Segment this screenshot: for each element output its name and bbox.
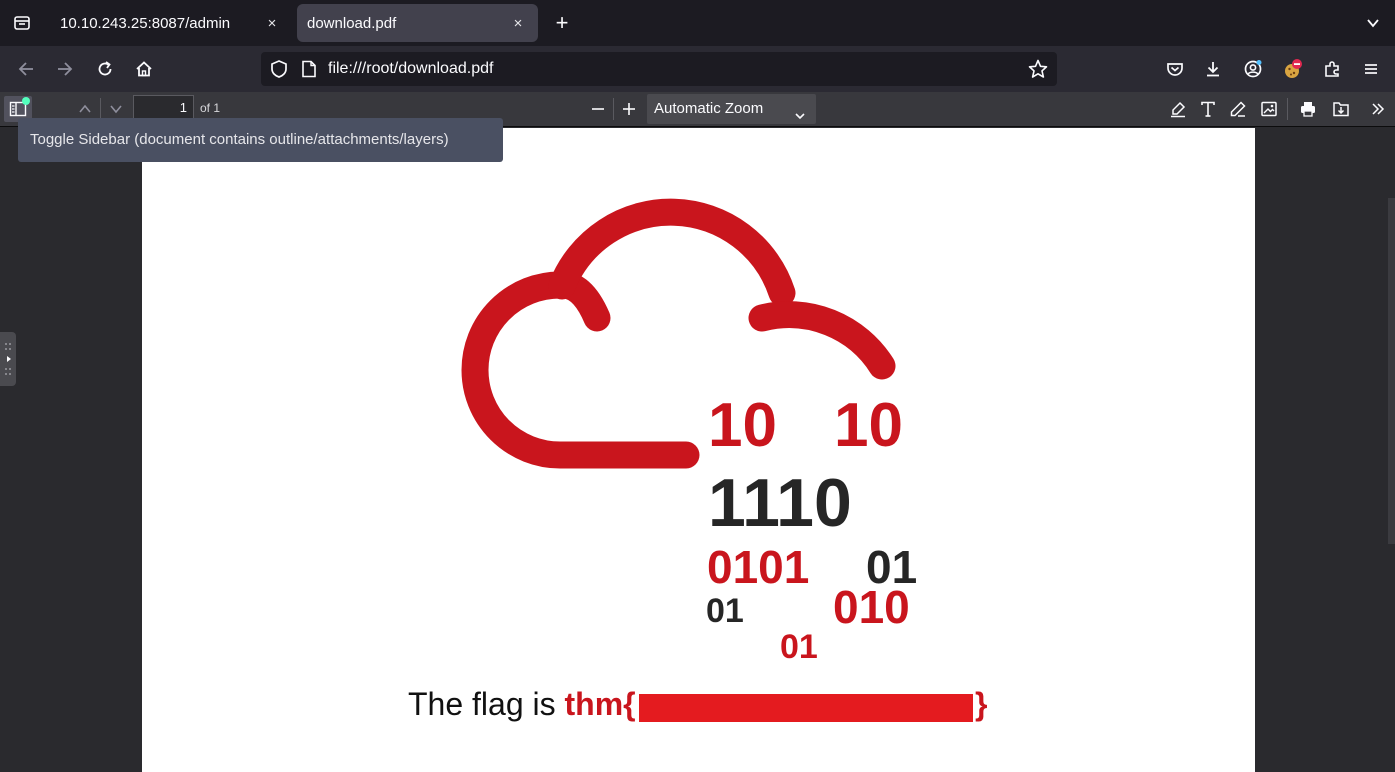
binary-digits: 1110 xyxy=(708,465,852,541)
new-tab-button[interactable]: + xyxy=(548,10,576,36)
tab-bar: 10.10.243.25:8087/admin × download.pdf ×… xyxy=(0,0,1395,46)
flag-text: The flag is thm{ xyxy=(408,686,636,723)
text-icon[interactable] xyxy=(1194,96,1222,122)
navigation-bar: file:///root/download.pdf xyxy=(0,46,1395,92)
tab-list-icon[interactable] xyxy=(8,10,36,36)
binary-digits: 10 xyxy=(708,391,777,460)
pdf-viewer[interactable]: 10 10 1110 0101 01 01 010 01 The flag is… xyxy=(0,128,1395,772)
toolbar-divider xyxy=(1287,98,1288,120)
downloads-icon[interactable] xyxy=(1198,54,1228,84)
flag-open: thm{ xyxy=(564,686,636,722)
cloud-icon xyxy=(461,198,896,469)
binary-digits: 10 xyxy=(834,391,903,460)
page-icon xyxy=(301,60,317,83)
redaction-bar xyxy=(639,694,973,722)
close-tab-icon[interactable]: × xyxy=(508,13,528,33)
zoom-in-icon[interactable] xyxy=(615,96,643,122)
pdf-page: 10 10 1110 0101 01 01 010 01 The flag is… xyxy=(142,128,1255,772)
url-bar[interactable]: file:///root/download.pdf xyxy=(261,52,1057,86)
forward-arrow-icon[interactable] xyxy=(50,54,80,84)
close-tab-icon[interactable]: × xyxy=(262,13,282,33)
toolbar-divider xyxy=(100,98,101,120)
home-icon[interactable] xyxy=(129,54,159,84)
tab-admin[interactable]: 10.10.243.25:8087/admin × xyxy=(50,4,292,42)
extension-cookie-icon[interactable] xyxy=(1278,54,1308,84)
hamburger-menu-icon[interactable] xyxy=(1356,54,1386,84)
image-icon[interactable] xyxy=(1255,96,1283,122)
flag-prefix: The flag is xyxy=(408,686,565,722)
extensions-puzzle-icon[interactable] xyxy=(1318,54,1348,84)
sidebar-resize-handle[interactable] xyxy=(0,332,16,386)
toolbar-divider xyxy=(613,98,614,120)
page-count: of 1 xyxy=(200,101,221,115)
highlight-icon[interactable] xyxy=(1164,96,1192,122)
draw-icon[interactable] xyxy=(1224,96,1252,122)
shield-icon[interactable] xyxy=(269,59,289,84)
flag-close: } xyxy=(975,686,988,722)
print-icon[interactable] xyxy=(1294,96,1322,122)
chevron-down-icon[interactable] xyxy=(1362,12,1384,34)
binary-digits: 010 xyxy=(833,581,910,633)
binary-digits: 01 xyxy=(780,628,818,666)
account-icon[interactable] xyxy=(1238,54,1268,84)
zoom-value: Automatic Zoom xyxy=(654,100,764,117)
tab-title: download.pdf xyxy=(307,14,397,32)
tab-download-pdf[interactable]: download.pdf × xyxy=(297,4,538,42)
notification-dot xyxy=(22,97,30,105)
pocket-icon[interactable] xyxy=(1160,54,1190,84)
binary-digits: 01 xyxy=(706,592,744,630)
sidebar-tooltip: Toggle Sidebar (document contains outlin… xyxy=(18,118,503,162)
reload-icon[interactable] xyxy=(90,54,120,84)
zoom-select[interactable]: Automatic Zoom xyxy=(647,94,816,124)
back-arrow-icon[interactable] xyxy=(11,54,41,84)
cloud-binary-logo: 10 10 1110 0101 01 01 010 01 xyxy=(461,198,917,666)
tab-title: 10.10.243.25:8087/admin xyxy=(60,14,231,32)
url-text: file:///root/download.pdf xyxy=(328,60,494,77)
binary-digits: 0101 xyxy=(707,541,809,593)
tools-overflow-icon[interactable] xyxy=(1364,96,1392,122)
save-download-icon[interactable] xyxy=(1327,96,1355,122)
bookmark-star-icon[interactable] xyxy=(1027,58,1049,85)
scrollbar[interactable] xyxy=(1388,198,1395,544)
zoom-out-icon[interactable] xyxy=(584,96,612,122)
